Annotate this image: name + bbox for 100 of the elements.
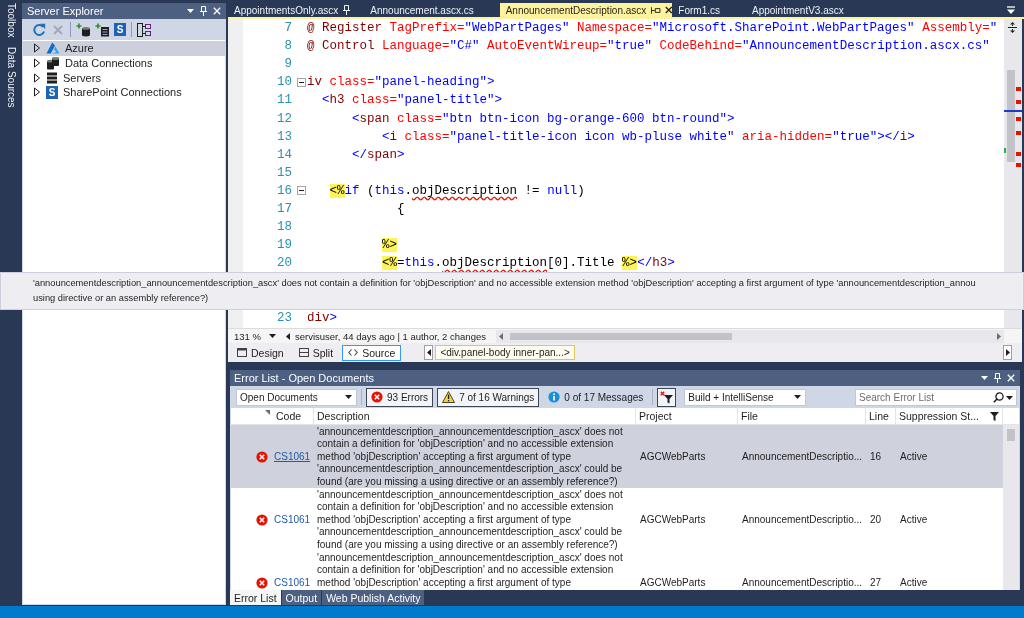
column-header[interactable]: Description <box>314 408 636 424</box>
suppression-state: Active <box>900 450 928 464</box>
database-icon <box>46 56 60 70</box>
document-tab[interactable]: Announcement.ascx.cs <box>364 3 500 17</box>
server-stack-icon <box>46 71 58 84</box>
line-number: 14 <box>277 147 292 162</box>
split-handle-icon[interactable] <box>1007 22 1018 33</box>
scroll-left-button[interactable] <box>424 345 434 360</box>
left-arrow-icon[interactable] <box>498 332 503 340</box>
scope-dropdown[interactable]: Open Documents <box>236 388 357 406</box>
column-header[interactable]: Suppression St... <box>896 408 1003 424</box>
filter-toggle-button[interactable] <box>657 387 677 407</box>
expand-arrow-icon[interactable] <box>33 87 41 98</box>
close-icon[interactable] <box>664 6 673 14</box>
scroll-right-button[interactable] <box>1003 345 1012 360</box>
document-tab[interactable]: AppointmentV3.ascx <box>746 3 870 17</box>
dropdown-icon[interactable] <box>1006 5 1016 15</box>
document-tab[interactable]: AnnouncementDescription.ascx <box>499 3 673 17</box>
pin-icon[interactable] <box>343 5 351 15</box>
expand-arrow-icon[interactable] <box>33 58 41 69</box>
dropdown-icon[interactable] <box>981 376 988 380</box>
search-icon[interactable] <box>993 391 1004 403</box>
diagram-icon[interactable] <box>137 22 151 37</box>
error-description: 'announcementdescription_announcementdescription_ascx' does not contain a definition for 'objDescription' and no accessible extension method 'objDescription' accepting a first argument of type 'announcementdescription_announcementdescription_ascx' could be found (are you missing a using directive or an assembly reference?) <box>317 426 624 489</box>
caret-icon <box>268 334 276 338</box>
expand-arrow-icon[interactable] <box>33 72 41 83</box>
file-name: AnnouncementDescriptio... <box>742 513 863 527</box>
refresh-icon[interactable] <box>32 22 46 37</box>
column-header[interactable]: Project <box>636 408 738 424</box>
error-mark <box>1016 100 1021 104</box>
scrollbar-thumb[interactable] <box>1007 70 1015 162</box>
minus-box-icon[interactable] <box>296 186 306 196</box>
side-tab[interactable]: Data Sources <box>2 47 20 109</box>
panel-title: Server Explorer <box>27 5 104 17</box>
scrollbar-thumb[interactable] <box>1007 429 1015 441</box>
change-mark <box>1004 148 1006 153</box>
build-source-dropdown[interactable]: Build + IntelliSense <box>684 388 807 406</box>
dropdown-icon[interactable] <box>187 9 194 13</box>
error-mark <box>1016 117 1021 121</box>
side-tab[interactable]: Toolbox <box>2 3 20 38</box>
error-code-link[interactable]: CS1061 <box>274 576 311 590</box>
panel-tab[interactable]: Web Publish Activity <box>322 590 425 605</box>
database-plus-icon[interactable] <box>76 22 90 37</box>
filter-icon[interactable] <box>990 411 999 421</box>
line-number: 16 <box>277 183 292 198</box>
error-code-link[interactable]: CS1061 <box>274 513 311 527</box>
codelens-button[interactable]: servisuser, 44 days ago | 1 author, 2 changes <box>283 330 488 342</box>
tree-item[interactable]: Azure <box>23 41 225 56</box>
document-tab[interactable]: Form1.cs <box>672 3 746 17</box>
column-header[interactable]: Code <box>273 408 314 424</box>
view-mode-button[interactable]: Split <box>292 344 340 361</box>
minus-box-icon[interactable] <box>296 77 306 87</box>
column-header[interactable]: Line <box>866 408 896 424</box>
corner-marker-icon[interactable] <box>265 410 270 415</box>
panel-tab[interactable]: Output <box>281 590 322 605</box>
funnel-cross-icon <box>659 390 674 404</box>
server-plus-icon[interactable] <box>95 22 109 37</box>
split-view-icon <box>298 347 309 358</box>
pin-icon[interactable] <box>994 373 1001 383</box>
code-line: div> <box>307 310 338 325</box>
vertical-scrollbar[interactable] <box>1003 425 1019 590</box>
caret-icon[interactable] <box>1006 395 1013 400</box>
warning-filter-button[interactable]: 7 of 16 Warnings <box>437 387 540 407</box>
panel-tab[interactable]: Error List <box>230 590 281 605</box>
view-mode-button[interactable]: Design <box>231 344 290 361</box>
file-name: AnnouncementDescriptio... <box>742 576 863 590</box>
error-mark <box>1016 87 1021 91</box>
code-line: </span> <box>352 147 405 162</box>
error-icon <box>256 451 268 463</box>
column-header[interactable]: File <box>738 408 866 424</box>
file-name: AnnouncementDescriptio... <box>742 450 863 464</box>
tree-item[interactable]: Data Connections <box>23 55 225 71</box>
message-filter-button[interactable]: 0 of 17 Messages <box>543 387 649 407</box>
horizontal-scrollbar[interactable] <box>495 329 1004 343</box>
document-tab[interactable]: AppointmentsOnly.ascx <box>228 3 365 17</box>
pin-icon[interactable] <box>200 6 207 16</box>
view-mode-button[interactable]: Source <box>342 344 402 361</box>
code-line: <span class="btn btn-icon bg-orange-600 btn-round"> <box>352 111 735 126</box>
scrollbar-thumb[interactable] <box>509 332 732 340</box>
tree-item[interactable]: Servers <box>23 70 225 86</box>
search-field[interactable]: Search Error List <box>855 388 1017 406</box>
line-number: 11 <box>277 93 292 108</box>
project-name: AGCWebParts <box>640 576 706 590</box>
error-row[interactable] <box>231 425 1003 489</box>
breadcrumb-tag[interactable]: <div.panel-body inner-pan...> <box>435 345 575 360</box>
tooltip-text: 'announcementdescription_announcementdescription_ascx' does not contain a definition for 'objDescription' and no accessible extension method 'objDescription' accepting a first argument of type 'announcementdescription_annou <box>33 277 976 290</box>
tree-item[interactable]: S SharePoint Connections <box>23 85 225 100</box>
line-number: 10 <box>277 75 292 90</box>
zoom-dropdown[interactable]: 131 % <box>232 329 278 343</box>
error-filter-button[interactable]: 93 Errors <box>366 387 434 407</box>
line-number: 20 <box>277 256 292 271</box>
expand-arrow-icon[interactable] <box>33 43 41 54</box>
line-number: 19 <box>277 238 292 253</box>
pin-icon[interactable] <box>651 6 661 14</box>
error-mark <box>1016 152 1021 156</box>
letter-tile-icon[interactable]: S <box>114 23 126 36</box>
error-code-link[interactable]: CS1061 <box>274 450 311 464</box>
line-number: 8 <box>284 39 292 54</box>
caret-icon <box>345 395 352 399</box>
right-arrow-icon[interactable] <box>997 332 1001 340</box>
